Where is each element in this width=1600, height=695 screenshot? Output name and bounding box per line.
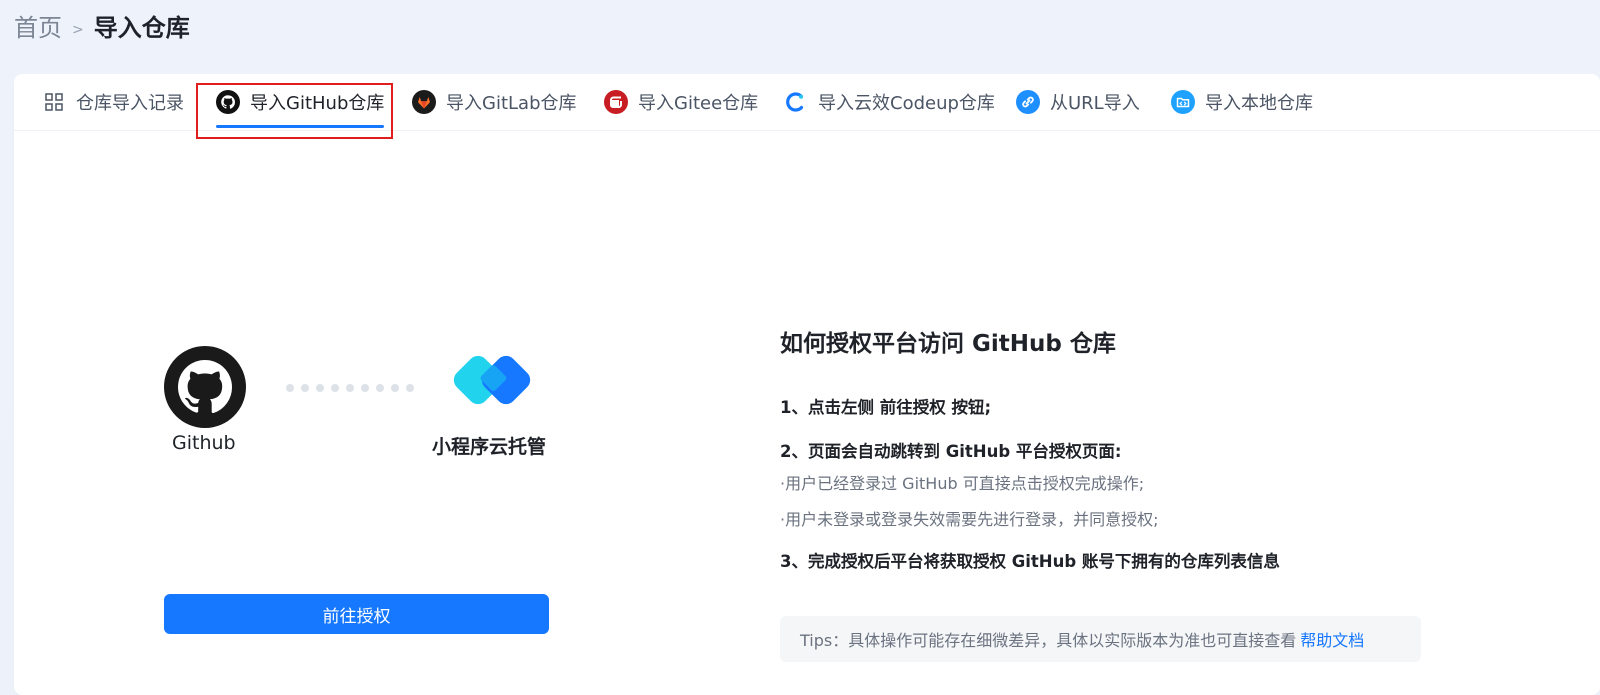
tab-label: 导入本地仓库 [1205,93,1313,114]
connection-dots [286,384,414,392]
tab-label: 仓库导入记录 [76,93,184,114]
guide-step-1: 1、点击左侧 前往授权 按钮; [780,398,992,417]
dot [406,384,414,392]
tab-import-records[interactable]: 仓库导入记录 [42,74,184,130]
dot [286,384,294,392]
tab-import-github[interactable]: 导入GitHub仓库 [216,74,385,130]
breadcrumb-separator: > [72,22,84,38]
tab-import-url[interactable]: 从URL导入 [1016,74,1140,130]
tab-label: 导入GitLab仓库 [446,93,577,114]
connection-illustration: Github 小程序云托管 [164,346,564,466]
tab-label: 导入Gitee仓库 [638,93,759,114]
breadcrumb-home-link[interactable]: 首页 [14,8,62,43]
gitee-icon [604,90,628,114]
tab-import-gitee[interactable]: 导入Gitee仓库 [604,74,758,130]
github-icon [216,90,240,114]
guide-step-2-note-1: ·用户已经登录过 GitHub 可直接点击授权完成操作; [780,474,1145,493]
tips-box: Tips：具体操作可能存在细微差异，具体以实际版本为准也可直接查看 帮助文档 [780,616,1421,662]
page-title: 导入仓库 [93,14,190,42]
authorize-button[interactable]: 前往授权 [164,594,549,634]
tab-label: 从URL导入 [1050,93,1140,114]
cloud-hosting-caption: 小程序云托管 [432,436,547,458]
cloud-hosting-logo-icon [453,355,531,405]
tab-label: 导入GitHub仓库 [250,93,385,114]
dot [346,384,354,392]
folder-code-icon [1171,90,1195,114]
dot [331,384,339,392]
help-docs-link[interactable]: 帮助文档 [1300,627,1364,651]
github-logo-icon [164,346,246,428]
tab-import-local[interactable]: 导入本地仓库 [1171,74,1313,130]
guide-step-3: 3、完成授权后平台将获取授权 GitHub 账号下拥有的仓库列表信息 [780,552,1280,571]
tab-import-gitlab[interactable]: 导入GitLab仓库 [412,74,577,130]
guide-title: 如何授权平台访问 GitHub 仓库 [780,331,1116,357]
import-card: 仓库导入记录 导入GitHub仓库 导入GitLab仓库 导入Gitee仓库 导… [14,74,1600,695]
tab-import-codeup[interactable]: 导入云效Codeup仓库 [784,74,995,130]
dot [316,384,324,392]
github-caption: Github [172,432,236,454]
tab-label: 导入云效Codeup仓库 [818,93,995,114]
dot [301,384,309,392]
dot [376,384,384,392]
guide-step-2: 2、页面会自动跳转到 GitHub 平台授权页面: [780,442,1122,461]
tips-text: Tips：具体操作可能存在细微差异，具体以实际版本为准也可直接查看 [800,631,1297,650]
breadcrumb: 首页 > 导入仓库 [14,8,190,44]
grid-icon [42,90,66,114]
dot [361,384,369,392]
guide-step-2-note-2: ·用户未登录或登录失效需要先进行登录，并同意授权; [780,510,1159,529]
import-tabs: 仓库导入记录 导入GitHub仓库 导入GitLab仓库 导入Gitee仓库 导… [14,74,1600,139]
dot [391,384,399,392]
link-icon [1016,90,1040,114]
authorization-guide: 如何授权平台访问 GitHub 仓库 1、点击左侧 前往授权 按钮; 2、页面会… [780,324,1440,596]
codeup-icon [784,90,808,114]
gitlab-icon [412,90,436,114]
